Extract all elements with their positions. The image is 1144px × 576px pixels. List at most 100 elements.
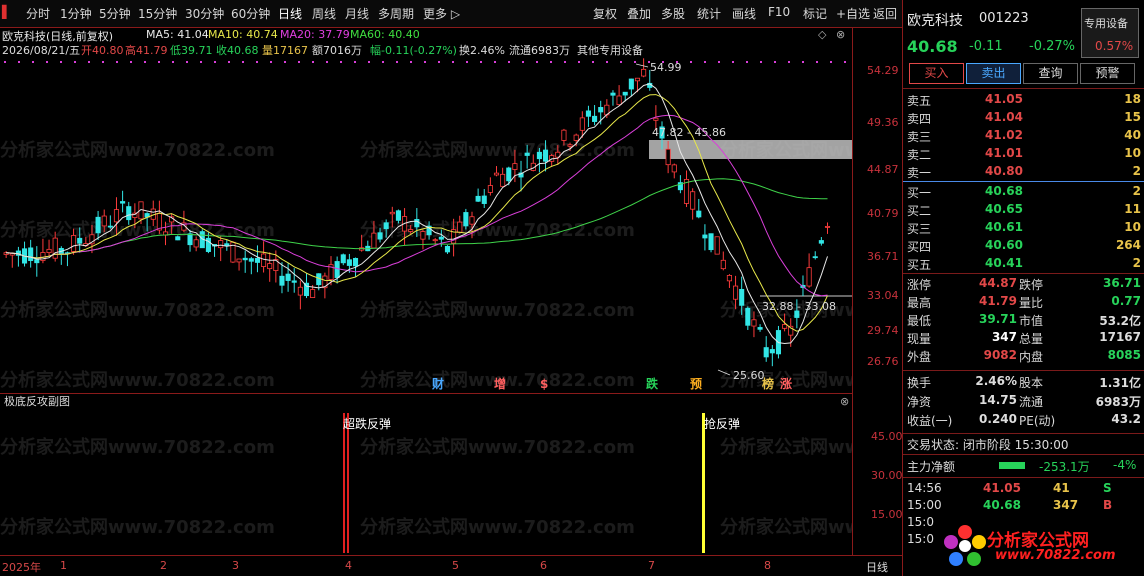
event-marker[interactable]: 榜 <box>762 376 774 391</box>
book-volume: 264 <box>1115 238 1141 252</box>
btn-stats[interactable]: 统计 <box>697 5 721 22</box>
event-marker[interactable]: 财 <box>431 376 444 391</box>
price-tick: 33.04 <box>867 289 899 302</box>
watermark-text: 分析家公式网www.70822.com <box>0 139 275 161</box>
tab-1min[interactable]: 1分钟 <box>60 5 92 22</box>
alert-button[interactable]: 预警 <box>1080 63 1135 84</box>
btn-f10[interactable]: F10 <box>768 5 790 19</box>
order-book-row[interactable]: 买一 40.68 2 <box>903 184 1144 201</box>
book-volume: 10 <box>1124 220 1141 234</box>
candle-body <box>444 245 451 253</box>
tab-60min[interactable]: 60分钟 <box>231 5 270 22</box>
book-label: 买三 <box>907 222 932 236</box>
stat-label: PE(动) <box>1019 414 1056 428</box>
diamond-icon[interactable]: ◇ <box>818 28 826 41</box>
order-book-row[interactable]: 买五 40.41 2 <box>903 256 1144 273</box>
candle-body <box>653 117 659 121</box>
candlestick-chart[interactable]: 分析家公式网www.70822.com 分析家公式网www.70822.com 分析… <box>0 56 852 393</box>
order-book-row[interactable]: 买二 40.65 11 <box>903 202 1144 219</box>
quote-stat-row: 净资 14.75 流通 6983万 <box>903 393 1144 410</box>
candle-body <box>297 286 303 296</box>
candle-body <box>671 164 677 173</box>
price-tick: 54.29 <box>867 64 899 77</box>
square-icon[interactable]: ▌ <box>2 5 11 19</box>
candle-body <box>291 280 297 283</box>
stat-value: 6983万 <box>1095 395 1141 409</box>
btn-adjust[interactable]: 复权 <box>593 5 617 22</box>
event-marker[interactable]: 跌 <box>646 376 659 391</box>
candle-body <box>334 261 340 278</box>
candle-body <box>254 258 261 263</box>
order-book-row[interactable]: 买三 40.61 10 <box>903 220 1144 237</box>
tab-multi-period[interactable]: 多周期 <box>378 5 414 22</box>
candle-body <box>714 236 720 255</box>
book-price: 40.41 <box>985 256 1023 270</box>
candle-body <box>536 151 542 160</box>
event-marker[interactable]: 增 <box>494 376 506 391</box>
ma5-label: MA5: 41.04 <box>146 28 209 41</box>
candle-body <box>113 209 120 223</box>
close-icon[interactable]: ⊗ <box>836 28 845 41</box>
stat-label: 最低 <box>907 314 932 328</box>
tab-15min[interactable]: 15分钟 <box>138 5 177 22</box>
industry-box[interactable]: 专用设备 0.57% <box>1081 8 1139 58</box>
btn-overlay[interactable]: 叠加 <box>627 5 651 22</box>
logo-url: www.70822.com <box>995 548 1116 563</box>
event-marker[interactable]: 预 <box>690 377 702 391</box>
stat-label: 总量 <box>1019 332 1044 346</box>
order-book-row[interactable]: 卖二 41.01 10 <box>903 146 1144 163</box>
event-marker[interactable]: 涨 <box>780 376 792 391</box>
subchart-close-icon[interactable]: ⊗ <box>840 395 849 408</box>
order-book-row[interactable]: 卖五 41.05 18 <box>903 92 1144 109</box>
stat-value: 0.77 <box>1111 294 1141 308</box>
indicator-subchart[interactable]: 分析家公式网www.70822.com 分析家公式网www.70822.com 分析… <box>0 393 852 555</box>
candle-body <box>475 195 481 202</box>
candle-body <box>432 239 438 242</box>
query-button[interactable]: 查询 <box>1023 63 1078 84</box>
period-indicator[interactable]: 日线 <box>866 559 888 575</box>
order-book-row[interactable]: 卖三 41.02 40 <box>903 128 1144 145</box>
sub-tick: 30.00 <box>871 469 903 482</box>
stat-value: 347 <box>991 330 1017 344</box>
price-tick: 40.79 <box>867 207 899 220</box>
signal-bar <box>702 413 705 553</box>
candle-body <box>71 235 77 252</box>
btn-draw[interactable]: 画线 <box>732 5 756 22</box>
tab-weekly[interactable]: 周线 <box>312 5 336 22</box>
tab-monthly[interactable]: 月线 <box>345 5 369 22</box>
stock-code: 001223 <box>979 11 1029 26</box>
candle-body <box>641 68 647 77</box>
quote-panel: 欧克科技 001223 40.68 -0.11 -0.27% 专用设备 0.57… <box>902 0 1144 576</box>
watermark-text: 分析家公式网www.70822.com <box>0 299 275 321</box>
candle-body <box>628 78 634 90</box>
book-price: 40.65 <box>985 202 1023 216</box>
industry-pct: 0.57% <box>1095 39 1134 53</box>
order-book-row[interactable]: 买四 40.60 264 <box>903 238 1144 255</box>
quote-stat-row: 最低 39.71 市值 53.2亿 <box>903 312 1144 329</box>
stat-label: 市值 <box>1019 314 1044 328</box>
tab-30min[interactable]: 30分钟 <box>185 5 224 22</box>
tab-5min[interactable]: 5分钟 <box>99 5 131 22</box>
stat-label: 内盘 <box>1019 350 1044 364</box>
btn-back[interactable]: 返回 <box>873 5 897 22</box>
btn-add-watch[interactable]: +自选 <box>836 5 870 22</box>
tab-intraday[interactable]: 分时 <box>26 5 50 22</box>
industry-name: 专用设备 <box>1084 17 1128 30</box>
btn-multi-stock[interactable]: 多股 <box>661 5 685 22</box>
candle-body <box>377 232 383 240</box>
event-marker[interactable]: $ <box>540 377 548 391</box>
watermark-text: 分析家公式网www.70822.com <box>720 436 852 458</box>
btn-mark[interactable]: 标记 <box>803 5 827 22</box>
tab-daily[interactable]: 日线 <box>278 5 302 22</box>
stat-label: 净资 <box>907 395 932 409</box>
buy-button[interactable]: 买入 <box>909 63 964 84</box>
candle-body <box>763 347 769 358</box>
book-label: 卖三 <box>907 130 932 144</box>
more-menu[interactable]: 更多 ▷ <box>423 5 460 22</box>
watermark-text: 分析家公式网www.70822.com <box>360 219 635 241</box>
price-tick: 26.76 <box>867 355 899 368</box>
sell-button[interactable]: 卖出 <box>966 63 1021 84</box>
order-book-row[interactable]: 卖一 40.80 2 <box>903 164 1144 181</box>
order-book-row[interactable]: 卖四 41.04 15 <box>903 110 1144 127</box>
candle-body <box>616 95 622 106</box>
